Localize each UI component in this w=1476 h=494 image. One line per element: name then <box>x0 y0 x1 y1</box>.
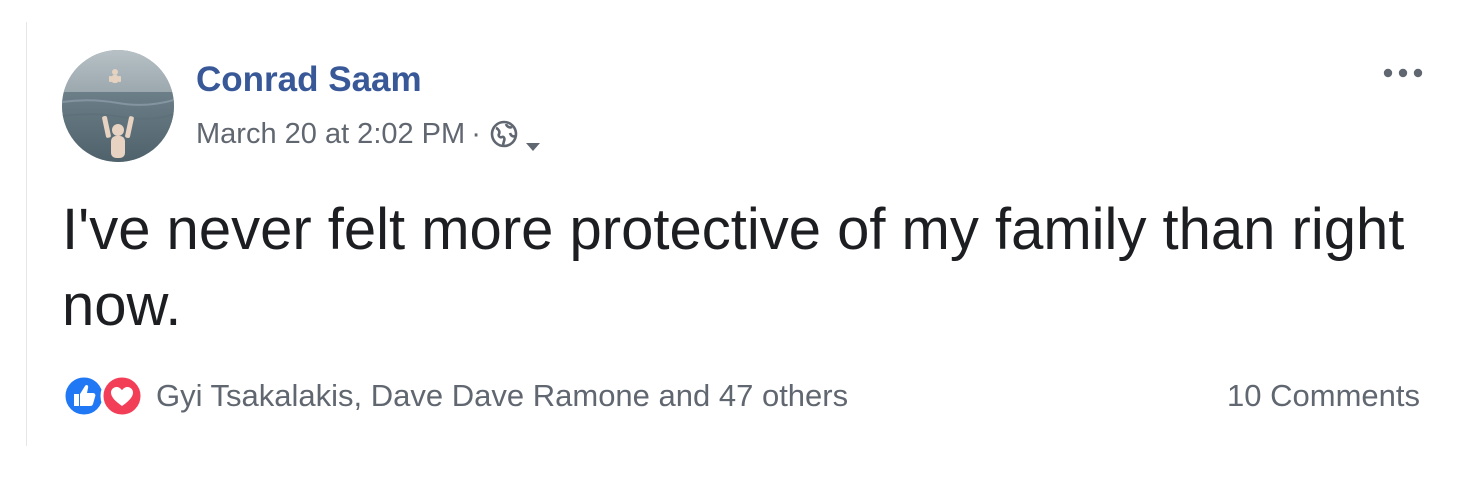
post-footer: Gyi Tsakalakis, Dave Dave Ramone and 47 … <box>62 374 1420 418</box>
caret-down-icon[interactable] <box>525 128 541 151</box>
divider <box>26 22 27 446</box>
post-timestamp-link[interactable]: March 20 at 2:02 PM <box>196 118 465 151</box>
post-body-text: I've never felt more protective of my fa… <box>62 197 1405 338</box>
post-meta: March 20 at 2:02 PM · <box>196 115 541 153</box>
more-horizontal-icon[interactable] <box>1380 62 1426 84</box>
reactions-summary[interactable]: Gyi Tsakalakis, Dave Dave Ramone and 47 … <box>62 374 848 418</box>
globe-icon[interactable] <box>489 119 519 149</box>
avatar-photo <box>62 50 174 162</box>
reactors-names: Gyi Tsakalakis, Dave Dave Ramone and 47 … <box>156 378 849 413</box>
author-avatar[interactable] <box>62 50 174 162</box>
meta-separator: · <box>471 117 481 150</box>
facebook-post-page: Conrad Saam March 20 at 2:02 PM · I've n… <box>0 0 1476 494</box>
comments-count-link[interactable]: 10 Comments <box>1227 378 1420 414</box>
post-card: Conrad Saam March 20 at 2:02 PM · I've n… <box>28 0 1448 494</box>
love-icon <box>100 374 144 418</box>
author-name-link[interactable]: Conrad Saam <box>196 60 422 100</box>
